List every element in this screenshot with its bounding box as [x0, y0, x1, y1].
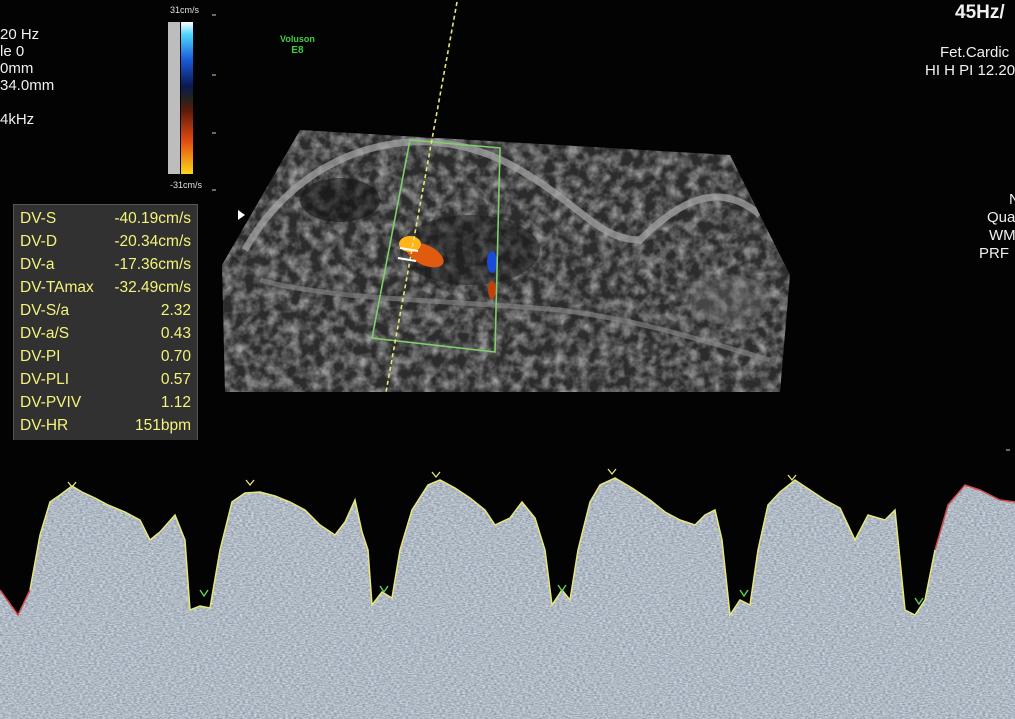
measurement-panel: DV-S -40.19cm/s DV-D -20.34cm/s DV-a -17.36… — [13, 204, 198, 442]
measurement-value: -32.49cm/s — [114, 279, 191, 296]
measurement-value: 1.12 — [160, 394, 191, 411]
color-scale-bar — [181, 22, 193, 174]
measurement-label: DV-S/a — [20, 302, 70, 319]
vendor-model: E8 — [291, 45, 304, 56]
param-line-4: 34.0mm — [0, 77, 55, 94]
color-scale-bar-left — [168, 22, 180, 174]
preset-readout: Fet.Cardic — [940, 44, 1010, 61]
color-scale-bottom-label: -31cm/s — [170, 180, 203, 190]
measurement-row: DV-S/a 2.32 — [20, 299, 191, 322]
color-flow-red — [488, 281, 496, 299]
measurement-label: DV-a/S — [20, 325, 70, 342]
right-parameter-panel: N Qua WM PRF — [979, 190, 1015, 262]
measurement-value: 0.57 — [160, 371, 191, 388]
measurement-row: DV-PLI 0.57 — [20, 368, 191, 391]
measurement-label: DV-PI — [20, 348, 61, 365]
measurement-value: 151bpm — [134, 417, 191, 434]
measurement-value: -17.36cm/s — [114, 256, 191, 273]
measurement-row: DV-D -20.34cm/s — [20, 230, 191, 253]
measurement-value: 0.70 — [160, 348, 191, 365]
right-param-line-4: PRF — [979, 245, 1009, 262]
measurement-value: -20.34cm/s — [114, 233, 191, 250]
color-flow-blue — [487, 251, 497, 273]
probe-settings-readout: HI H PI 12.20 — [925, 62, 1015, 79]
measurement-label: DV-TAmax — [20, 279, 94, 296]
frame-rate-readout: 45Hz/ — [955, 2, 1005, 23]
measurement-value: 0.43 — [160, 325, 191, 342]
measurement-row: DV-TAmax -32.49cm/s — [20, 276, 191, 299]
measurement-row: DV-a -17.36cm/s — [20, 253, 191, 276]
param-line-1: 20 Hz — [0, 26, 40, 43]
measurement-label: DV-HR — [20, 417, 69, 434]
right-param-line-1: N — [1009, 191, 1015, 208]
measurement-label: DV-S — [20, 210, 57, 227]
vendor-brand: Voluson — [280, 34, 315, 44]
measurement-row: DV-PVIV 1.12 — [20, 391, 191, 414]
param-line-5: 4kHz — [0, 111, 35, 128]
measurement-value: 2.32 — [160, 302, 191, 319]
measurement-label: DV-PVIV — [20, 394, 82, 411]
left-parameter-panel: 20 Hz le 0 0mm 34.0mm 4kHz — [0, 26, 54, 128]
param-line-3: 0mm — [0, 60, 34, 77]
measurement-row: DV-a/S 0.43 — [20, 322, 191, 345]
measurement-row: DV-HR 151bpm — [20, 414, 191, 437]
measurement-value: -40.19cm/s — [114, 210, 191, 227]
measurement-label: DV-D — [20, 233, 58, 250]
doppler-spectrum — [0, 440, 1015, 719]
vendor-logo: Voluson E8 — [280, 34, 315, 56]
focus-marker-icon — [238, 210, 245, 220]
param-line-2: le 0 — [0, 43, 25, 60]
right-param-line-3: WM — [989, 227, 1015, 244]
right-param-line-2: Qua — [987, 209, 1015, 226]
measurement-label: DV-PLI — [20, 371, 70, 388]
measurement-label: DV-a — [20, 256, 55, 273]
color-scale-top-label: 31cm/s — [170, 5, 200, 15]
measurement-row: DV-PI 0.70 — [20, 345, 191, 368]
measurement-row: DV-S -40.19cm/s — [20, 207, 191, 230]
